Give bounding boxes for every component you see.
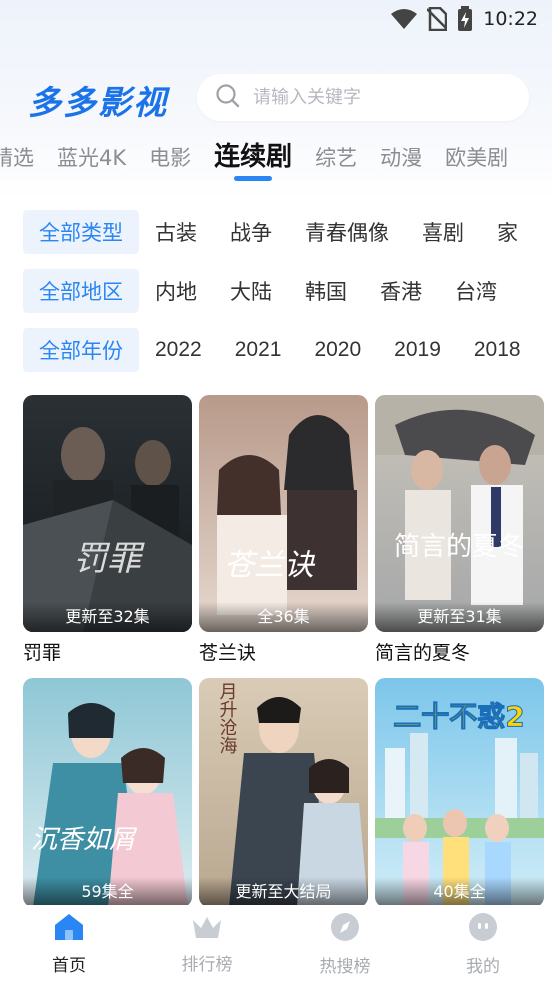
filter-type-all[interactable]: 全部类型 bbox=[23, 210, 139, 254]
nav-ranking[interactable]: 排行榜 bbox=[157, 914, 257, 975]
battery-charging-icon bbox=[457, 6, 473, 32]
filter-year-option[interactable]: 2022 bbox=[155, 338, 202, 362]
episode-badge: 更新至32集 bbox=[23, 602, 192, 632]
poster-title-art: 简言的夏冬 bbox=[394, 532, 524, 562]
filter-region-option[interactable]: 韩国 bbox=[305, 276, 347, 306]
nav-ranking-label: 排行榜 bbox=[181, 954, 233, 975]
show-poster[interactable]: 二十不惑2 40集全 bbox=[375, 678, 544, 907]
filter-type-option[interactable]: 喜剧 bbox=[422, 217, 464, 247]
episode-badge: 40集全 bbox=[375, 877, 544, 907]
filter-type-row: 全部类型 古装 战争 青春偶像 喜剧 家 bbox=[23, 210, 552, 254]
show-poster[interactable]: 沉香如屑 59集全 bbox=[23, 678, 192, 907]
filter-region-option[interactable]: 台湾 bbox=[455, 276, 497, 306]
status-bar: 10:22 bbox=[0, 0, 552, 38]
poster-title-art: 苍兰诀 bbox=[224, 548, 316, 583]
status-time: 10:22 bbox=[483, 8, 538, 30]
filter-year-option[interactable]: 2021 bbox=[235, 338, 282, 362]
filter-year-all[interactable]: 全部年份 bbox=[23, 328, 139, 372]
tab-bluray-4k[interactable]: 蓝光4K bbox=[57, 132, 126, 172]
search-icon bbox=[215, 83, 241, 113]
nav-hot-search[interactable]: 热搜榜 bbox=[295, 912, 395, 977]
tab-anime[interactable]: 动漫 bbox=[380, 132, 422, 172]
crown-icon bbox=[191, 914, 223, 944]
show-card[interactable]: 沉香如屑 59集全 bbox=[23, 678, 192, 907]
filter-type-option[interactable]: 家 bbox=[497, 217, 518, 247]
profile-icon bbox=[468, 912, 498, 946]
show-card[interactable]: 简言的夏冬 更新至31集 简言的夏冬 bbox=[375, 395, 544, 664]
wifi-icon bbox=[391, 8, 418, 30]
episode-badge: 59集全 bbox=[23, 877, 192, 907]
show-poster[interactable]: 苍兰诀 全36集 bbox=[199, 395, 368, 632]
show-title: 苍兰诀 bbox=[199, 642, 257, 664]
episode-badge: 更新至大结局 bbox=[199, 877, 368, 907]
episode-badge: 全36集 bbox=[199, 602, 368, 632]
search-bar[interactable] bbox=[197, 74, 529, 121]
filter-region-option[interactable]: 大陆 bbox=[230, 276, 272, 306]
poster-title-art: 月升沧海 bbox=[217, 682, 238, 754]
poster-title-art: 罚罪 bbox=[73, 539, 145, 579]
show-card[interactable]: 罚罪 更新至32集 罚罪 bbox=[23, 395, 192, 664]
nav-home-label: 首页 bbox=[52, 955, 86, 976]
nav-profile[interactable]: 我的 bbox=[433, 912, 533, 977]
filter-region-row: 全部地区 内地 大陆 韩国 香港 台湾 bbox=[23, 269, 552, 313]
search-input[interactable] bbox=[253, 87, 493, 108]
filter-type-option[interactable]: 青春偶像 bbox=[305, 217, 389, 247]
filter-region-option[interactable]: 香港 bbox=[380, 276, 422, 306]
show-poster[interactable]: 简言的夏冬 更新至31集 bbox=[375, 395, 544, 632]
show-grid: 罚罪 更新至32集 罚罪 苍兰诀 全36集 苍兰诀 简言的夏冬 更新至31集 简… bbox=[23, 395, 545, 907]
home-icon bbox=[54, 913, 84, 945]
show-poster[interactable]: 罚罪 更新至32集 bbox=[23, 395, 192, 632]
poster-title-art: 二十不惑2 bbox=[393, 700, 524, 733]
no-sim-icon bbox=[427, 7, 448, 31]
show-title: 简言的夏冬 bbox=[375, 642, 471, 664]
tab-featured[interactable]: 精选 bbox=[0, 132, 34, 172]
app-logo: 多多影视 bbox=[28, 83, 168, 122]
filter-type-option[interactable]: 古装 bbox=[155, 217, 197, 247]
compass-icon bbox=[330, 912, 360, 946]
show-card[interactable]: 二十不惑2 40集全 bbox=[375, 678, 544, 907]
nav-profile-label: 我的 bbox=[466, 956, 500, 977]
tab-variety[interactable]: 综艺 bbox=[315, 132, 357, 172]
tab-tv-series[interactable]: 连续剧 bbox=[214, 132, 292, 173]
bottom-nav: 首页 排行榜 热搜榜 我的 bbox=[0, 905, 552, 983]
show-title: 罚罪 bbox=[23, 642, 62, 664]
filter-type-option[interactable]: 战争 bbox=[230, 217, 272, 247]
filter-region-option[interactable]: 内地 bbox=[155, 276, 197, 306]
category-tabs: 精选 蓝光4K 电影 连续剧 综艺 动漫 欧美剧 bbox=[0, 132, 531, 184]
filter-region-all[interactable]: 全部地区 bbox=[23, 269, 139, 313]
show-card[interactable]: 苍兰诀 全36集 苍兰诀 bbox=[199, 395, 368, 664]
show-card[interactable]: 月升沧海 更新至大结局 bbox=[199, 678, 368, 907]
show-poster[interactable]: 月升沧海 更新至大结局 bbox=[199, 678, 368, 907]
filter-year-option[interactable]: 2020 bbox=[314, 338, 361, 362]
nav-hot-search-label: 热搜榜 bbox=[319, 956, 371, 977]
filter-year-option[interactable]: 2019 bbox=[394, 338, 441, 362]
nav-home[interactable]: 首页 bbox=[19, 913, 119, 976]
tab-movies[interactable]: 电影 bbox=[149, 132, 191, 172]
poster-title-art: 沉香如屑 bbox=[31, 825, 138, 855]
episode-badge: 更新至31集 bbox=[375, 602, 544, 632]
tab-western-series[interactable]: 欧美剧 bbox=[445, 132, 508, 172]
filter-year-row: 全部年份 2022 2021 2020 2019 2018 bbox=[23, 328, 552, 372]
filter-year-option[interactable]: 2018 bbox=[474, 338, 521, 362]
